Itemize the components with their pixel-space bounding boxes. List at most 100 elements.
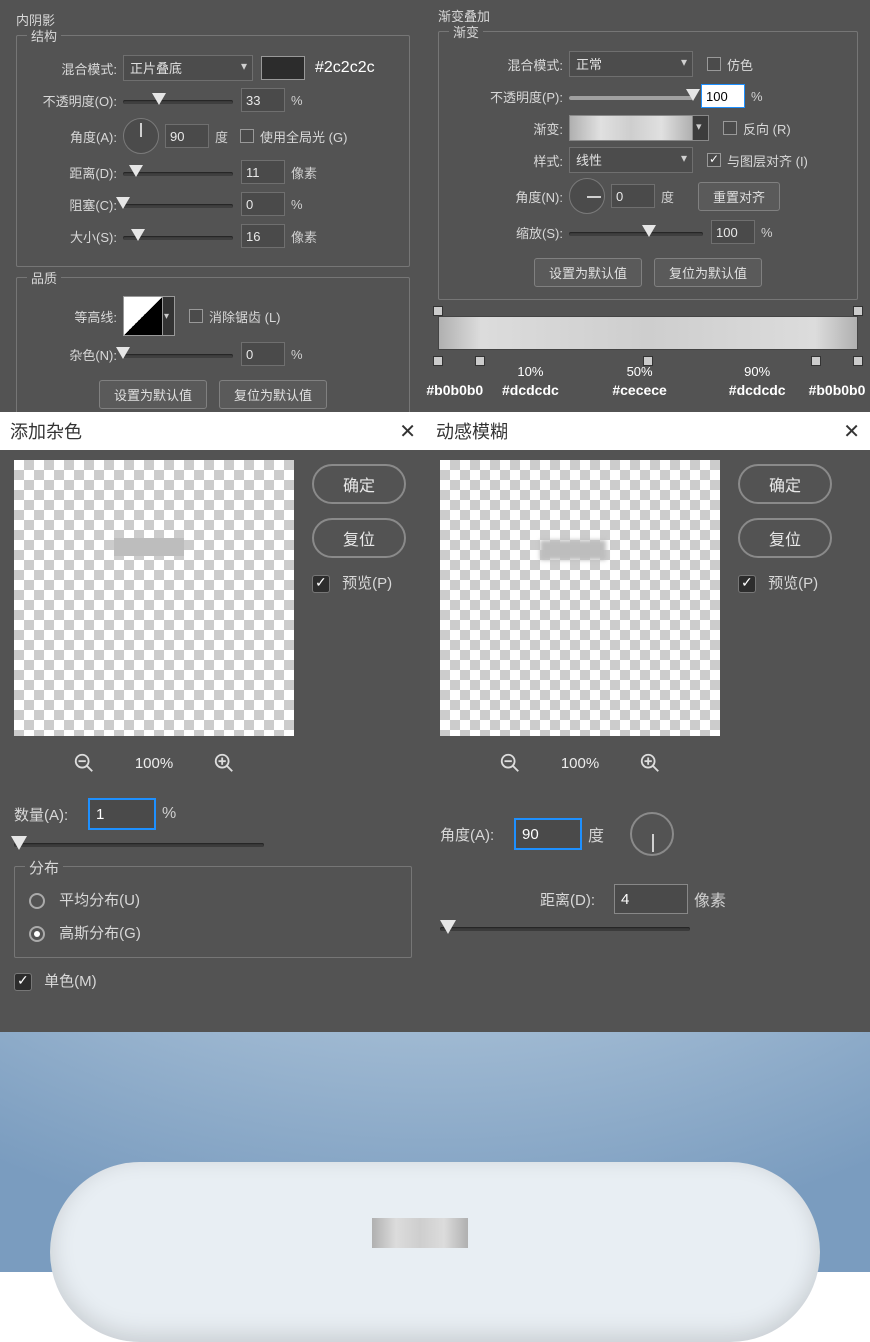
blend-mode-select[interactable]: 正片叠底 [123, 55, 253, 81]
angle-unit: 度 [209, 127, 228, 146]
mb-preview-checkbox[interactable] [738, 575, 756, 593]
zoom-in-icon[interactable] [639, 752, 661, 774]
preview-checkbox[interactable] [312, 575, 330, 593]
gradient-swatch[interactable] [569, 115, 693, 141]
size-slider[interactable] [123, 229, 233, 243]
blend-mode-label: 混合模式: [27, 59, 123, 78]
mono-checkbox[interactable] [14, 973, 32, 991]
mono-label: 单色(M) [44, 973, 97, 990]
gradient-overlay-title: 渐变叠加 [432, 4, 864, 25]
stop0-hex: #b0b0b0 [426, 382, 483, 398]
choke-input[interactable] [241, 192, 285, 216]
opacity-input[interactable] [241, 88, 285, 112]
reset-button[interactable]: 复位 [312, 518, 406, 558]
choke-unit: % [285, 197, 303, 212]
go-blend-mode-label: 混合模式: [449, 55, 569, 74]
contour-picker[interactable] [123, 296, 163, 336]
choke-slider[interactable] [123, 197, 233, 211]
noise-slider[interactable] [123, 347, 233, 361]
opacity-slider[interactable] [123, 93, 233, 107]
distance-input[interactable] [241, 160, 285, 184]
choke-label: 阻塞(C): [27, 195, 123, 214]
amount-slider[interactable] [14, 838, 264, 852]
stop2-pct: 50% [612, 364, 667, 381]
noise-unit: % [285, 347, 303, 362]
result-render [0, 1032, 870, 1272]
mb-angle-dial[interactable] [630, 812, 674, 856]
reverse-checkbox[interactable] [723, 121, 737, 135]
gradient-bar[interactable] [438, 310, 858, 364]
structure-label: 结构 [27, 26, 61, 45]
gaussian-label: 高斯分布(G) [59, 925, 141, 942]
zoom-level: 100% [135, 755, 173, 772]
zoom-in-icon[interactable] [213, 752, 235, 774]
mb-angle-label: 角度(A): [440, 824, 514, 845]
angle-dial[interactable] [123, 118, 159, 154]
go-blend-mode-select[interactable]: 正常 [569, 51, 693, 77]
reset-align-button[interactable]: 重置对齐 [698, 182, 780, 211]
use-global-light-checkbox[interactable] [240, 129, 254, 143]
stop3-pct: 90% [729, 364, 786, 381]
amount-input[interactable] [88, 798, 156, 830]
gradient-dropdown-icon[interactable] [693, 115, 709, 141]
scale-slider[interactable] [569, 225, 703, 239]
stop1-pct: 10% [502, 364, 559, 381]
antialias-label: 消除锯齿 (L) [209, 307, 281, 326]
mb-angle-input[interactable] [514, 818, 582, 850]
reset-default-button[interactable]: 复位为默认值 [219, 380, 327, 409]
go-angle-label: 角度(N): [449, 187, 569, 206]
inner-shadow-title: 内阴影 [10, 8, 416, 29]
go-angle-dial[interactable] [569, 178, 605, 214]
quality-label: 品质 [27, 268, 61, 287]
reverse-label: 反向 (R) [743, 119, 791, 138]
contour-dropdown-icon[interactable] [163, 296, 175, 336]
go-angle-input[interactable] [611, 184, 655, 208]
go-opacity-slider[interactable] [569, 89, 693, 103]
uniform-radio[interactable] [29, 893, 45, 909]
go-angle-unit: 度 [655, 187, 674, 206]
set-default-button[interactable]: 设置为默认值 [99, 380, 207, 409]
go-reset-default-button[interactable]: 复位为默认值 [654, 258, 762, 287]
scale-input[interactable] [711, 220, 755, 244]
zoom-out-icon[interactable] [73, 752, 95, 774]
angle-input[interactable] [165, 124, 209, 148]
stop2-hex: #cecece [612, 382, 667, 398]
distribution-label: 分布 [25, 857, 63, 878]
shadow-color-swatch[interactable] [261, 56, 305, 80]
zoom-out-icon[interactable] [499, 752, 521, 774]
dither-label: 仿色 [727, 55, 753, 74]
contour-label: 等高线: [27, 307, 123, 326]
mb-preview-label: 预览(P) [768, 575, 818, 592]
dither-checkbox[interactable] [707, 57, 721, 71]
mb-distance-input[interactable] [614, 884, 688, 914]
antialias-checkbox[interactable] [189, 309, 203, 323]
scale-unit: % [755, 225, 773, 240]
mb-preview-area[interactable] [440, 460, 720, 736]
mb-distance-slider[interactable] [440, 922, 690, 936]
opacity-label: 不透明度(O): [27, 91, 123, 110]
preview-area[interactable] [14, 460, 294, 736]
close-icon[interactable]: ✕ [399, 419, 416, 444]
align-checkbox[interactable] [707, 153, 721, 167]
use-global-light-label: 使用全局光 (G) [260, 127, 347, 146]
mb-reset-button[interactable]: 复位 [738, 518, 832, 558]
gradient-section-label: 渐变 [449, 22, 483, 41]
shadow-color-hex: #2c2c2c [315, 59, 375, 77]
gaussian-radio[interactable] [29, 926, 45, 942]
opacity-unit: % [285, 93, 303, 108]
mb-ok-button[interactable]: 确定 [738, 464, 832, 504]
distance-slider[interactable] [123, 165, 233, 179]
style-select[interactable]: 线性 [569, 147, 693, 173]
noise-input[interactable] [241, 342, 285, 366]
scale-label: 缩放(S): [449, 223, 569, 242]
mb-angle-unit: 度 [582, 822, 604, 846]
go-set-default-button[interactable]: 设置为默认值 [534, 258, 642, 287]
distance-label: 距离(D): [27, 163, 123, 182]
close-icon[interactable]: ✕ [843, 419, 860, 444]
size-unit: 像素 [285, 227, 317, 246]
ok-button[interactable]: 确定 [312, 464, 406, 504]
go-opacity-input[interactable] [701, 84, 745, 108]
size-input[interactable] [241, 224, 285, 248]
align-label: 与图层对齐 (I) [727, 151, 808, 170]
angle-label: 角度(A): [27, 127, 123, 146]
